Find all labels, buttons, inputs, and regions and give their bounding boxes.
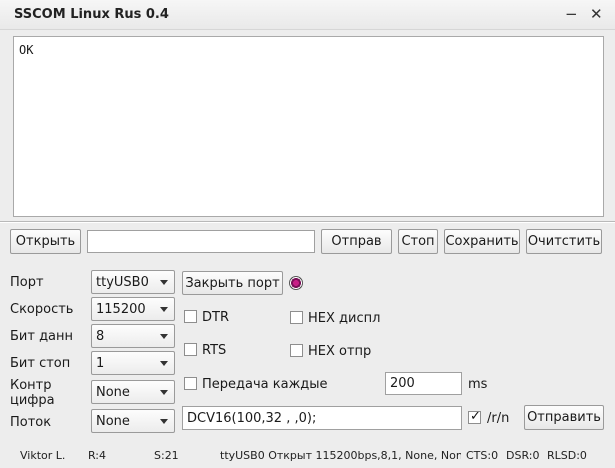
close-port-button[interactable]: Закрыть порт xyxy=(182,271,283,295)
interval-unit-label: ms xyxy=(468,377,488,392)
dtr-label: DTR xyxy=(202,310,229,325)
window-title: SSCOM Linux Rus 0.4 xyxy=(14,7,169,22)
parity-label-line1: Контр xyxy=(10,378,52,393)
save-button[interactable]: Сохранить xyxy=(444,229,520,254)
stopbits-select-value: 1 xyxy=(96,355,105,371)
send-button[interactable]: Отправить xyxy=(524,405,604,430)
hex-display-checkbox[interactable] xyxy=(290,311,303,324)
dtr-checkbox[interactable] xyxy=(184,310,197,323)
stopbits-label: Бит стоп xyxy=(10,356,71,371)
chevron-down-icon xyxy=(160,280,168,285)
minimize-icon[interactable]: − xyxy=(565,5,578,23)
send-file-button[interactable]: Отправ xyxy=(321,229,392,254)
hex-send-checkbox[interactable] xyxy=(290,344,303,357)
port-select[interactable]: ttyUSB0 xyxy=(91,270,175,294)
status-port-info: ttyUSB0 Открыт 115200bps,8,1, None, None xyxy=(220,449,461,462)
open-file-button[interactable]: Открыть xyxy=(10,229,81,254)
receive-output-area[interactable]: OK xyxy=(13,36,604,217)
send-every-label: Передача каждые xyxy=(202,377,328,392)
port-select-value: ttyUSB0 xyxy=(96,274,149,290)
databits-label: Бит данн xyxy=(10,329,74,344)
status-tx-count: S:21 xyxy=(154,449,179,462)
separator xyxy=(0,221,615,223)
clear-button[interactable]: Очитстить xyxy=(526,229,602,254)
databits-select-value: 8 xyxy=(96,328,105,344)
parity-select-value: None xyxy=(96,384,130,400)
port-label: Порт xyxy=(10,275,44,290)
chevron-down-icon xyxy=(160,419,168,424)
status-rx-count: R:4 xyxy=(88,449,107,462)
speed-label: Скорость xyxy=(10,302,74,317)
status-dsr: DSR:0 xyxy=(506,449,540,462)
hex-display-label: HEX диспл xyxy=(308,311,381,326)
parity-select[interactable]: None xyxy=(91,380,175,404)
databits-select[interactable]: 8 xyxy=(91,324,175,348)
send-every-checkbox[interactable] xyxy=(184,377,197,390)
status-rlsd: RLSD:0 xyxy=(547,449,587,462)
flow-select-value: None xyxy=(96,413,130,429)
send-command-input[interactable]: DCV16(100,32 , ,0); xyxy=(182,406,462,430)
interval-input[interactable]: 200 xyxy=(385,372,462,395)
rts-checkbox[interactable] xyxy=(184,343,197,356)
flow-select[interactable]: None xyxy=(91,409,175,433)
port-status-led-icon xyxy=(289,276,303,290)
crlf-checkbox[interactable] xyxy=(468,409,481,424)
crlf-label: /r/n xyxy=(487,411,510,426)
chevron-down-icon xyxy=(160,307,168,312)
speed-select-value: 115200 xyxy=(96,301,146,317)
hex-send-label: HEX отпр xyxy=(308,344,372,359)
chevron-down-icon xyxy=(160,361,168,366)
status-cts: CTS:0 xyxy=(466,449,499,462)
close-icon[interactable]: ✕ xyxy=(590,5,603,23)
speed-select[interactable]: 115200 xyxy=(91,297,175,321)
status-author: Viktor L. xyxy=(20,449,66,462)
chevron-down-icon xyxy=(160,390,168,395)
parity-label-line2: цифра xyxy=(10,393,55,408)
stop-button[interactable]: Стоп xyxy=(398,229,438,254)
file-path-input[interactable] xyxy=(87,230,315,253)
flow-label: Поток xyxy=(10,415,52,430)
stopbits-select[interactable]: 1 xyxy=(91,351,175,375)
rts-label: RTS xyxy=(202,343,227,358)
chevron-down-icon xyxy=(160,334,168,339)
